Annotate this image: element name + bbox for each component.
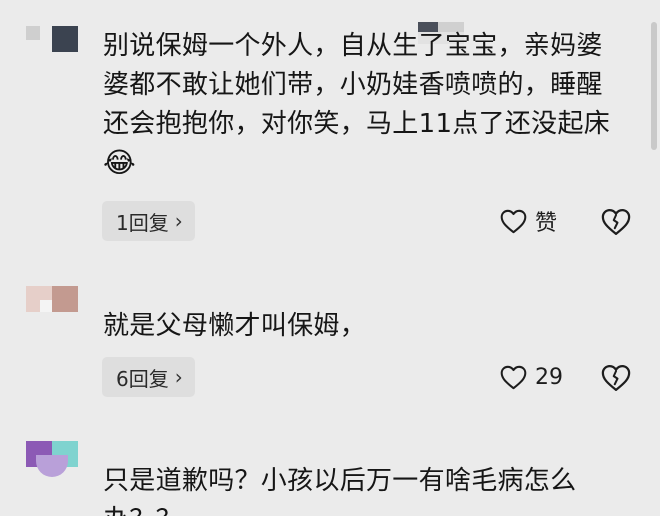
avatar[interactable] bbox=[26, 286, 78, 312]
avatar[interactable] bbox=[26, 26, 78, 56]
comment-line: 还会抱抱你，对你笑，马上11点了还没起床 bbox=[103, 109, 611, 139]
comment-line: 就是父母懒才叫保姆， bbox=[103, 311, 367, 341]
view-replies-button[interactable]: 6回复 › bbox=[102, 357, 195, 397]
comment-line: 婆都不敢让她们带，小奶娃香喷喷的，睡醒 bbox=[103, 70, 603, 100]
replies-count-label: 1回复 bbox=[116, 210, 169, 235]
heart-outline-icon bbox=[500, 209, 527, 233]
comment-feed: 别说保姆一个外人，自从生了宝宝，亲妈婆 婆都不敢让她们带，小奶娃香喷喷的，睡醒 … bbox=[0, 0, 660, 516]
comment-text: 只是道歉吗？小孩以后万一有啥毛病怎么 办？？ bbox=[103, 462, 638, 516]
comment-text: 别说保姆一个外人，自从生了宝宝，亲妈婆 婆都不敢让她们带，小奶娃香喷喷的，睡醒 … bbox=[103, 27, 638, 182]
heart-outline-icon bbox=[500, 365, 527, 389]
scrollbar[interactable] bbox=[651, 22, 657, 150]
broken-heart-icon[interactable] bbox=[601, 363, 631, 393]
laughing-emoji: 😂 bbox=[103, 146, 137, 179]
like-count: 赞 bbox=[535, 211, 558, 236]
comment-line: 别说保姆一个外人，自从生了宝宝，亲妈婆 bbox=[103, 31, 603, 61]
comment-line: 办？？ bbox=[103, 501, 638, 516]
replies-count-label: 6回复 bbox=[116, 366, 169, 391]
comment-text: 就是父母懒才叫保姆， bbox=[103, 307, 638, 346]
chevron-right-icon: › bbox=[174, 209, 183, 233]
view-replies-button[interactable]: 1回复 › bbox=[102, 201, 195, 241]
like-button[interactable]: 赞 bbox=[500, 203, 557, 239]
broken-heart-icon[interactable] bbox=[601, 207, 631, 237]
comment-line: 只是道歉吗？小孩以后万一有啥毛病怎么 bbox=[103, 466, 577, 496]
like-button[interactable]: 29 bbox=[500, 359, 563, 395]
like-count: 29 bbox=[535, 364, 563, 390]
chevron-right-icon: › bbox=[174, 365, 183, 389]
avatar[interactable] bbox=[26, 441, 78, 479]
